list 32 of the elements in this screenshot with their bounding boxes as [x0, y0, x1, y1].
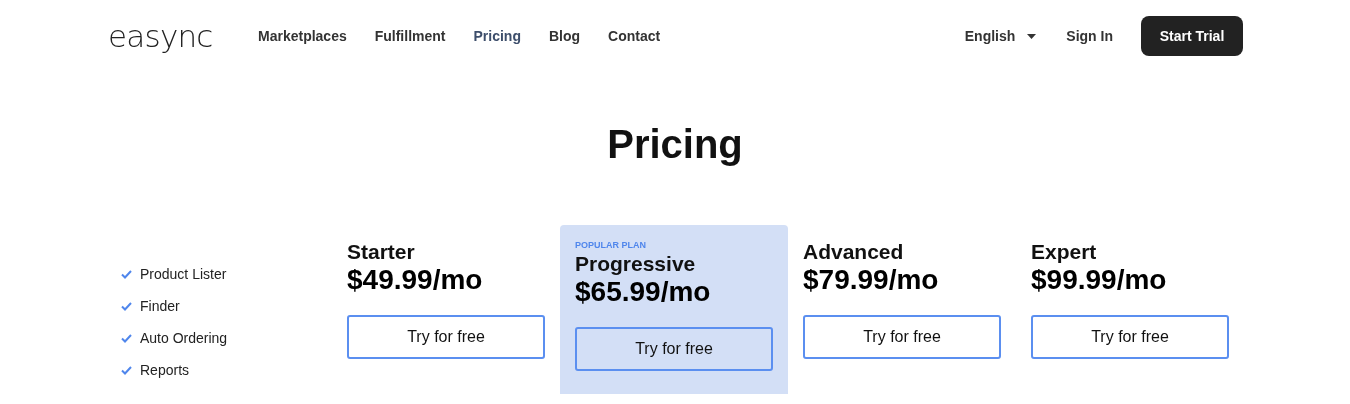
plan-name: Starter — [347, 240, 416, 264]
caret-icon — [1027, 33, 1037, 39]
nav-link[interactable]: Marketplaces — [258, 25, 347, 47]
check-icon — [121, 333, 132, 343]
plan-price: $65.99/mo — [575, 276, 712, 308]
feature-label: Product Lister — [140, 264, 227, 284]
try-free-button[interactable]: Try for free — [1031, 315, 1229, 359]
try-free-button[interactable]: Try for free — [575, 327, 773, 371]
sign-in-link[interactable]: Sign In — [1066, 25, 1113, 47]
plan-name: Advanced — [803, 240, 905, 264]
plan-price: $99.99/mo — [1031, 264, 1168, 296]
nav-link[interactable]: Pricing — [473, 25, 521, 47]
check-icon — [121, 269, 132, 279]
nav-link[interactable]: Fulfillment — [374, 25, 446, 47]
feature-label: Auto Ordering — [140, 328, 228, 348]
logo[interactable]: easync — [108, 20, 228, 52]
popular-plan-label: POPULAR PLAN — [575, 240, 647, 252]
language-dropdown[interactable]: English — [964, 25, 1037, 47]
feature-label: Finder — [140, 296, 180, 316]
page-heading: Pricing — [606, 124, 744, 164]
plan-name: Progressive — [575, 252, 697, 276]
try-free-button[interactable]: Try for free — [347, 315, 545, 359]
try-free-button[interactable]: Try for free — [803, 315, 1001, 359]
feature-label: Reports — [140, 360, 190, 380]
start-trial-button[interactable]: Start Trial — [1141, 16, 1243, 56]
plan-name: Expert — [1031, 240, 1098, 264]
nav-link[interactable]: Blog — [548, 25, 581, 47]
check-icon — [121, 301, 132, 311]
plan-price: $49.99/mo — [347, 264, 484, 296]
plan-price: $79.99/mo — [803, 264, 940, 296]
nav-link[interactable]: Contact — [608, 25, 661, 47]
check-icon — [121, 365, 132, 375]
